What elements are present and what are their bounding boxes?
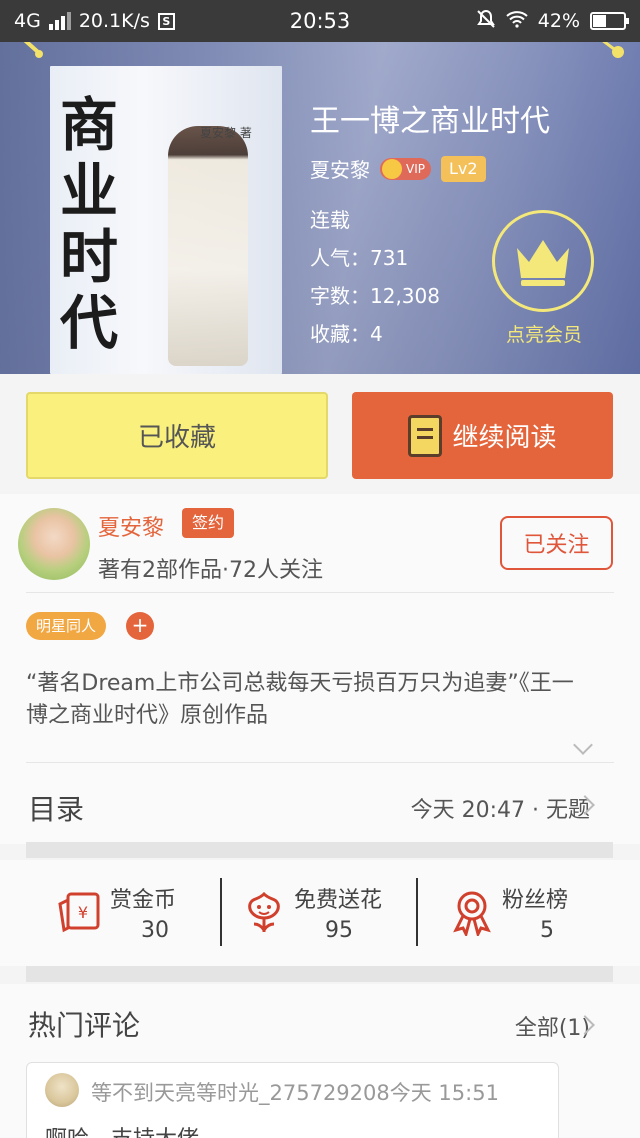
s-notification-icon: S <box>157 12 175 30</box>
member-button[interactable] <box>492 210 594 312</box>
genre-tag[interactable]: 明星同人 <box>26 612 107 640</box>
crown-icon <box>382 158 402 179</box>
favorites-count: 收藏：4 <box>310 322 383 346</box>
comment-text: 啊哈，支持大佬 <box>45 1121 199 1138</box>
signed-badge: 签约 <box>182 508 235 538</box>
network-speed: 20.1K/s <box>78 10 150 32</box>
crown-icon <box>517 240 569 286</box>
stat-label: 粉丝榜 <box>502 888 569 913</box>
cover-title-char: 时 <box>60 223 119 291</box>
cover-title-char: 代 <box>60 289 119 357</box>
stat-value: 95 <box>325 918 353 943</box>
author-name[interactable]: 夏安黎 <box>98 510 164 542</box>
comments-title: 热门评论 <box>28 1009 141 1042</box>
collected-button[interactable]: 已收藏 <box>26 392 328 479</box>
book-icon <box>408 414 443 457</box>
status-bar: 4G 20.1K/s S 20:53 42% <box>0 0 640 42</box>
author-section: 夏安黎 签约 著有2部作品·72人关注 已关注 明星同人 + “著名Dream上… <box>0 494 640 774</box>
hot-comments-section: 热门评论 全部(1) 等不到天亮等时光_275729208今天 15:51 啊哈… <box>0 984 640 1138</box>
signal-icon <box>48 12 71 30</box>
stats-row: ¥ 赏金币 30 免费送花 95 粉丝榜 5 <box>0 860 640 966</box>
divider <box>220 878 222 946</box>
follow-button[interactable]: 已关注 <box>500 516 613 570</box>
book-description: “著名Dream上市公司总裁每天亏损百万只为追妻”《王一博之商业时代》原创作品 <box>26 671 574 728</box>
stat-fan-ranking[interactable]: 粉丝榜 5 <box>448 878 640 948</box>
stat-label: 赏金币 <box>110 888 177 913</box>
section-separator <box>26 842 613 858</box>
comment-time: 今天 15:51 <box>389 1081 499 1105</box>
book-cover[interactable]: 商 业 时 代 夏安黎 著 <box>50 66 282 374</box>
divider <box>416 878 418 946</box>
toc-title: 目录 <box>28 793 85 826</box>
vip-badge: VIP <box>380 157 431 180</box>
cover-title-char: 商 <box>60 91 119 159</box>
section-separator <box>26 966 613 982</box>
book-title: 王一博之商业时代 <box>310 104 550 139</box>
book-detail-page: 4G 20.1K/s S 20:53 42% 商 业 时 代 夏安黎 著 王一博… <box>0 0 640 1138</box>
author-meta: 著有2部作品·72人关注 <box>98 558 323 583</box>
comment-card[interactable]: 等不到天亮等时光_275729208今天 15:51 啊哈，支持大佬 <box>26 1062 559 1138</box>
add-tag-button[interactable]: + <box>126 612 154 640</box>
stat-reward-coins[interactable]: ¥ 赏金币 30 <box>56 878 252 948</box>
book-author-row: 夏安黎 VIP Lv2 <box>310 154 486 183</box>
popularity: 人气：731 <box>310 246 409 270</box>
cover-byline: 夏安黎 著 <box>200 126 252 140</box>
toc-row[interactable]: 目录 今天 20:47 · 无题 <box>0 774 640 844</box>
commenter-line: 等不到天亮等时光_275729208今天 15:51 <box>91 1077 499 1107</box>
cover-title-char: 业 <box>60 157 119 225</box>
svg-text:¥: ¥ <box>78 903 88 922</box>
divider <box>26 762 614 763</box>
back-icon[interactable] <box>14 42 43 58</box>
network-type: 4G <box>14 10 41 32</box>
battery-icon <box>590 12 629 30</box>
stat-free-flowers[interactable]: 免费送花 95 <box>240 878 436 948</box>
commenter-name[interactable]: 等不到天亮等时光_275729208 <box>91 1081 390 1105</box>
mute-bell-icon <box>476 9 496 34</box>
word-count: 字数：12,308 <box>310 284 440 308</box>
wifi-icon <box>506 10 528 33</box>
cover-figure <box>168 126 248 366</box>
flower-icon <box>248 891 280 932</box>
stat-label: 免费送花 <box>294 888 383 913</box>
coin-envelope-icon: ¥ <box>58 892 100 933</box>
book-header: 商 业 时 代 夏安黎 著 王一博之商业时代 夏安黎 VIP Lv2 连载 人气… <box>0 42 640 374</box>
book-author[interactable]: 夏安黎 <box>310 154 370 183</box>
commenter-avatar[interactable] <box>45 1073 79 1107</box>
stat-value: 30 <box>141 918 169 943</box>
continue-reading-label: 继续阅读 <box>452 423 557 453</box>
share-icon[interactable] <box>586 42 624 58</box>
author-avatar[interactable] <box>18 508 90 580</box>
ribbon-medal-icon <box>453 891 491 936</box>
continue-reading-button[interactable]: 继续阅读 <box>352 392 613 479</box>
collected-label: 已收藏 <box>137 423 216 453</box>
chevron-down-icon[interactable] <box>573 735 593 755</box>
level-badge: Lv2 <box>440 155 486 182</box>
member-label[interactable]: 点亮会员 <box>476 320 612 347</box>
battery-percent: 42% <box>537 10 580 32</box>
divider <box>26 592 614 593</box>
stat-value: 5 <box>540 918 554 943</box>
serial-status: 连载 <box>310 208 350 232</box>
toc-latest-chapter: 今天 20:47 · 无题 <box>410 798 590 823</box>
